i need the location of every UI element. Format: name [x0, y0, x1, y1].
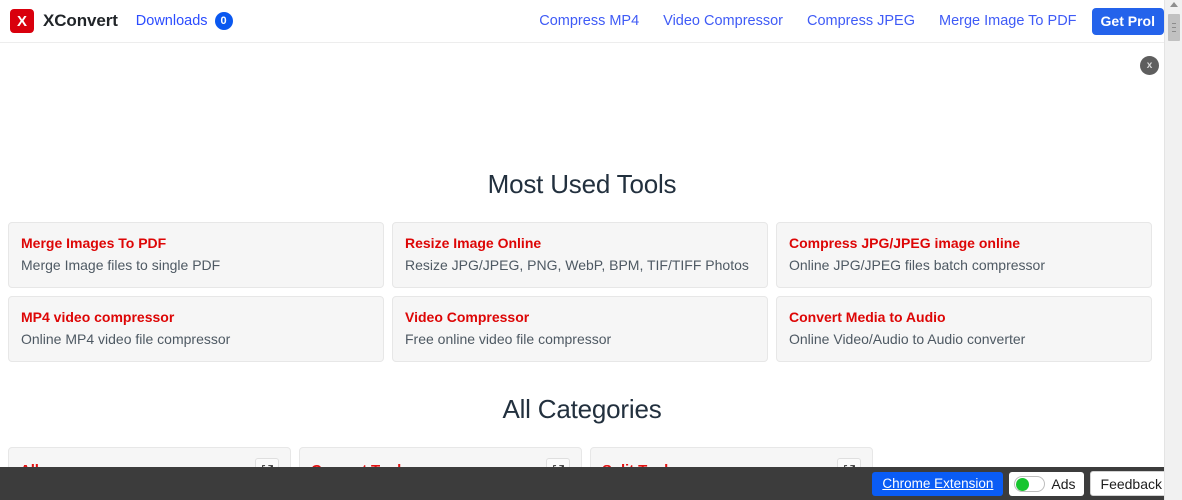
- feedback-button[interactable]: Feedback: [1089, 471, 1173, 496]
- tool-card-desc: Online Video/Audio to Audio converter: [789, 330, 1026, 347]
- scrollbar-grip-line: [1172, 23, 1176, 24]
- most-used-tools-grid: Merge Images To PDF Merge Image files to…: [0, 222, 1164, 362]
- scrollbar-grip-line: [1172, 31, 1176, 32]
- tool-card[interactable]: Compress JPG/JPEG image online Online JP…: [776, 222, 1152, 288]
- tool-card-title: Merge Images To PDF: [21, 235, 167, 251]
- xconvert-logo-icon: X: [10, 9, 34, 33]
- scroll-up-arrow-icon[interactable]: [1169, 2, 1178, 7]
- ads-toggle-knob: [1016, 477, 1030, 491]
- ads-toggle-control[interactable]: Ads: [1009, 471, 1084, 496]
- tool-card-desc: Online MP4 video file compressor: [21, 330, 231, 347]
- tool-card[interactable]: Merge Images To PDF Merge Image files to…: [8, 222, 384, 288]
- downloads-count-badge: 0: [214, 12, 233, 30]
- tool-card-desc: Merge Image files to single PDF: [21, 256, 221, 273]
- header-nav: Compress MP4 Video Compressor Compress J…: [539, 0, 1164, 42]
- most-used-tools-title: Most Used Tools: [487, 169, 677, 199]
- tool-card-desc: Resize JPG/JPEG, PNG, WebP, BPM, TIF/TIF…: [405, 256, 749, 273]
- tool-card[interactable]: MP4 video compressor Online MP4 video fi…: [8, 295, 384, 362]
- bottom-bar: Chrome Extension Ads Feedback: [0, 467, 1182, 500]
- scrollbar-grip-line: [1172, 27, 1176, 28]
- tool-card-title: Video Compressor: [405, 308, 530, 325]
- tool-card-title: Resize Image Online: [405, 235, 542, 251]
- brand[interactable]: X XConvert: [10, 9, 118, 33]
- ads-label: Ads: [1051, 475, 1076, 492]
- vertical-scrollbar[interactable]: [1164, 0, 1182, 500]
- tool-card-title: Convert Media to Audio: [789, 308, 946, 325]
- tool-card-title: Compress JPG/JPEG image online: [789, 235, 1021, 251]
- nav-link-compress-jpeg[interactable]: Compress JPEG: [807, 13, 915, 29]
- nav-link-compress-mp4[interactable]: Compress MP4: [539, 13, 639, 29]
- scrollbar-thumb[interactable]: [1168, 14, 1180, 41]
- nav-link-merge-image-to-pdf[interactable]: Merge Image To PDF: [939, 13, 1077, 29]
- tool-card[interactable]: Convert Media to Audio Online Video/Audi…: [776, 295, 1152, 362]
- chrome-extension-button[interactable]: Chrome Extension: [872, 471, 1004, 496]
- get-pro-button[interactable]: Get Prol: [1091, 7, 1164, 35]
- tool-card[interactable]: Resize Image Online Resize JPG/JPEG, PNG…: [392, 222, 768, 288]
- tool-card[interactable]: Video Compressor Free online video file …: [392, 295, 768, 362]
- tool-card-title: MP4 video compressor: [21, 308, 175, 325]
- downloads-link[interactable]: Downloads 0: [136, 12, 233, 30]
- ads-toggle-switch[interactable]: [1014, 475, 1046, 492]
- downloads-label: Downloads: [135, 13, 208, 29]
- main-content: Most Used Tools Merge Images To PDF Merg…: [0, 43, 1164, 500]
- tool-card-desc: Free online video file compressor: [405, 330, 612, 347]
- brand-name: XConvert: [43, 11, 118, 30]
- all-categories-title: All Categories: [502, 393, 662, 424]
- page-root: X XConvert Downloads 0 Compress MP4 Vide…: [0, 0, 1182, 500]
- site-header: X XConvert Downloads 0 Compress MP4 Vide…: [0, 0, 1164, 43]
- nav-link-video-compressor[interactable]: Video Compressor: [663, 13, 783, 29]
- tool-card-desc: Online JPG/JPEG files batch compressor: [789, 256, 1045, 273]
